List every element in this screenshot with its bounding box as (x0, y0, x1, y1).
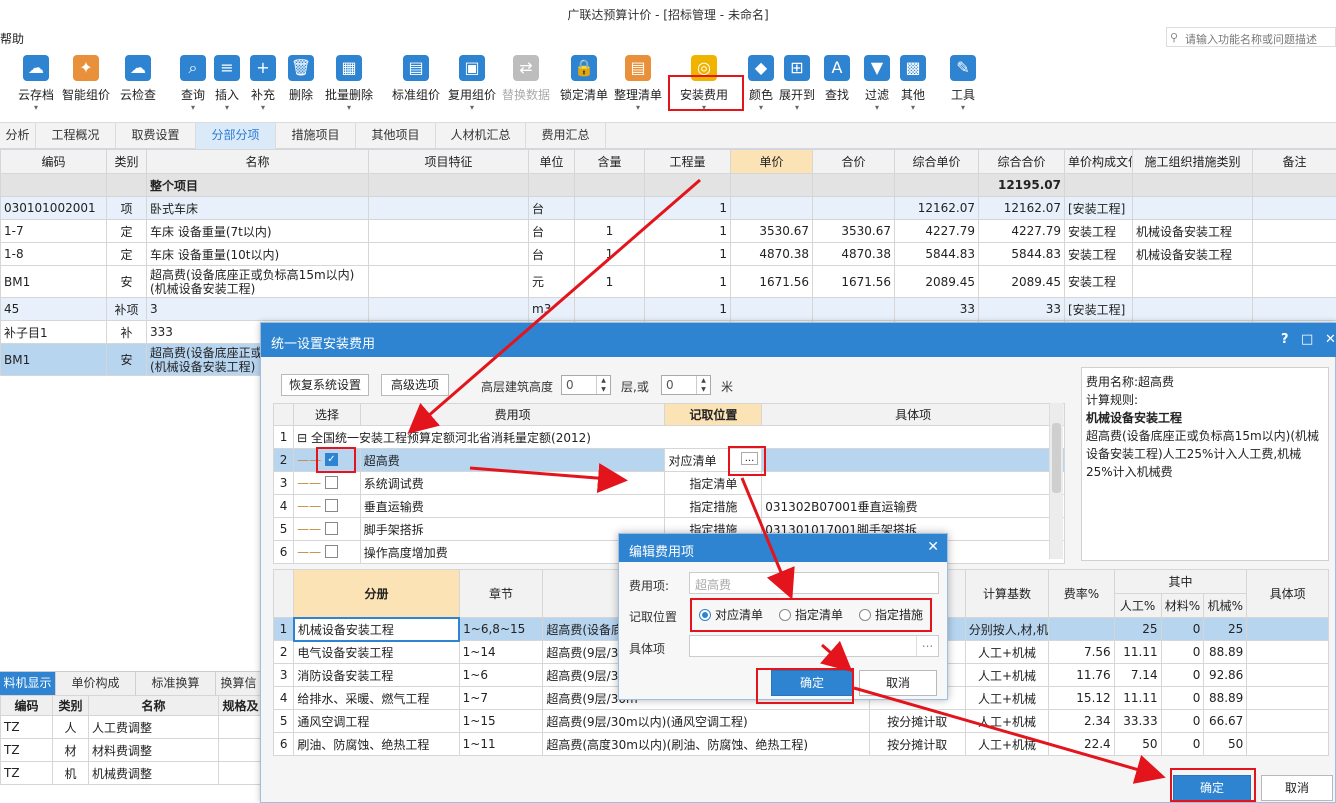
annotation-arrows (407, 178, 1166, 784)
arrow-2 (469, 463, 628, 494)
arrow-5 (853, 686, 1166, 784)
arrow-3 (740, 477, 795, 600)
arrow-4 (820, 640, 853, 672)
arrow-1 (407, 178, 701, 434)
